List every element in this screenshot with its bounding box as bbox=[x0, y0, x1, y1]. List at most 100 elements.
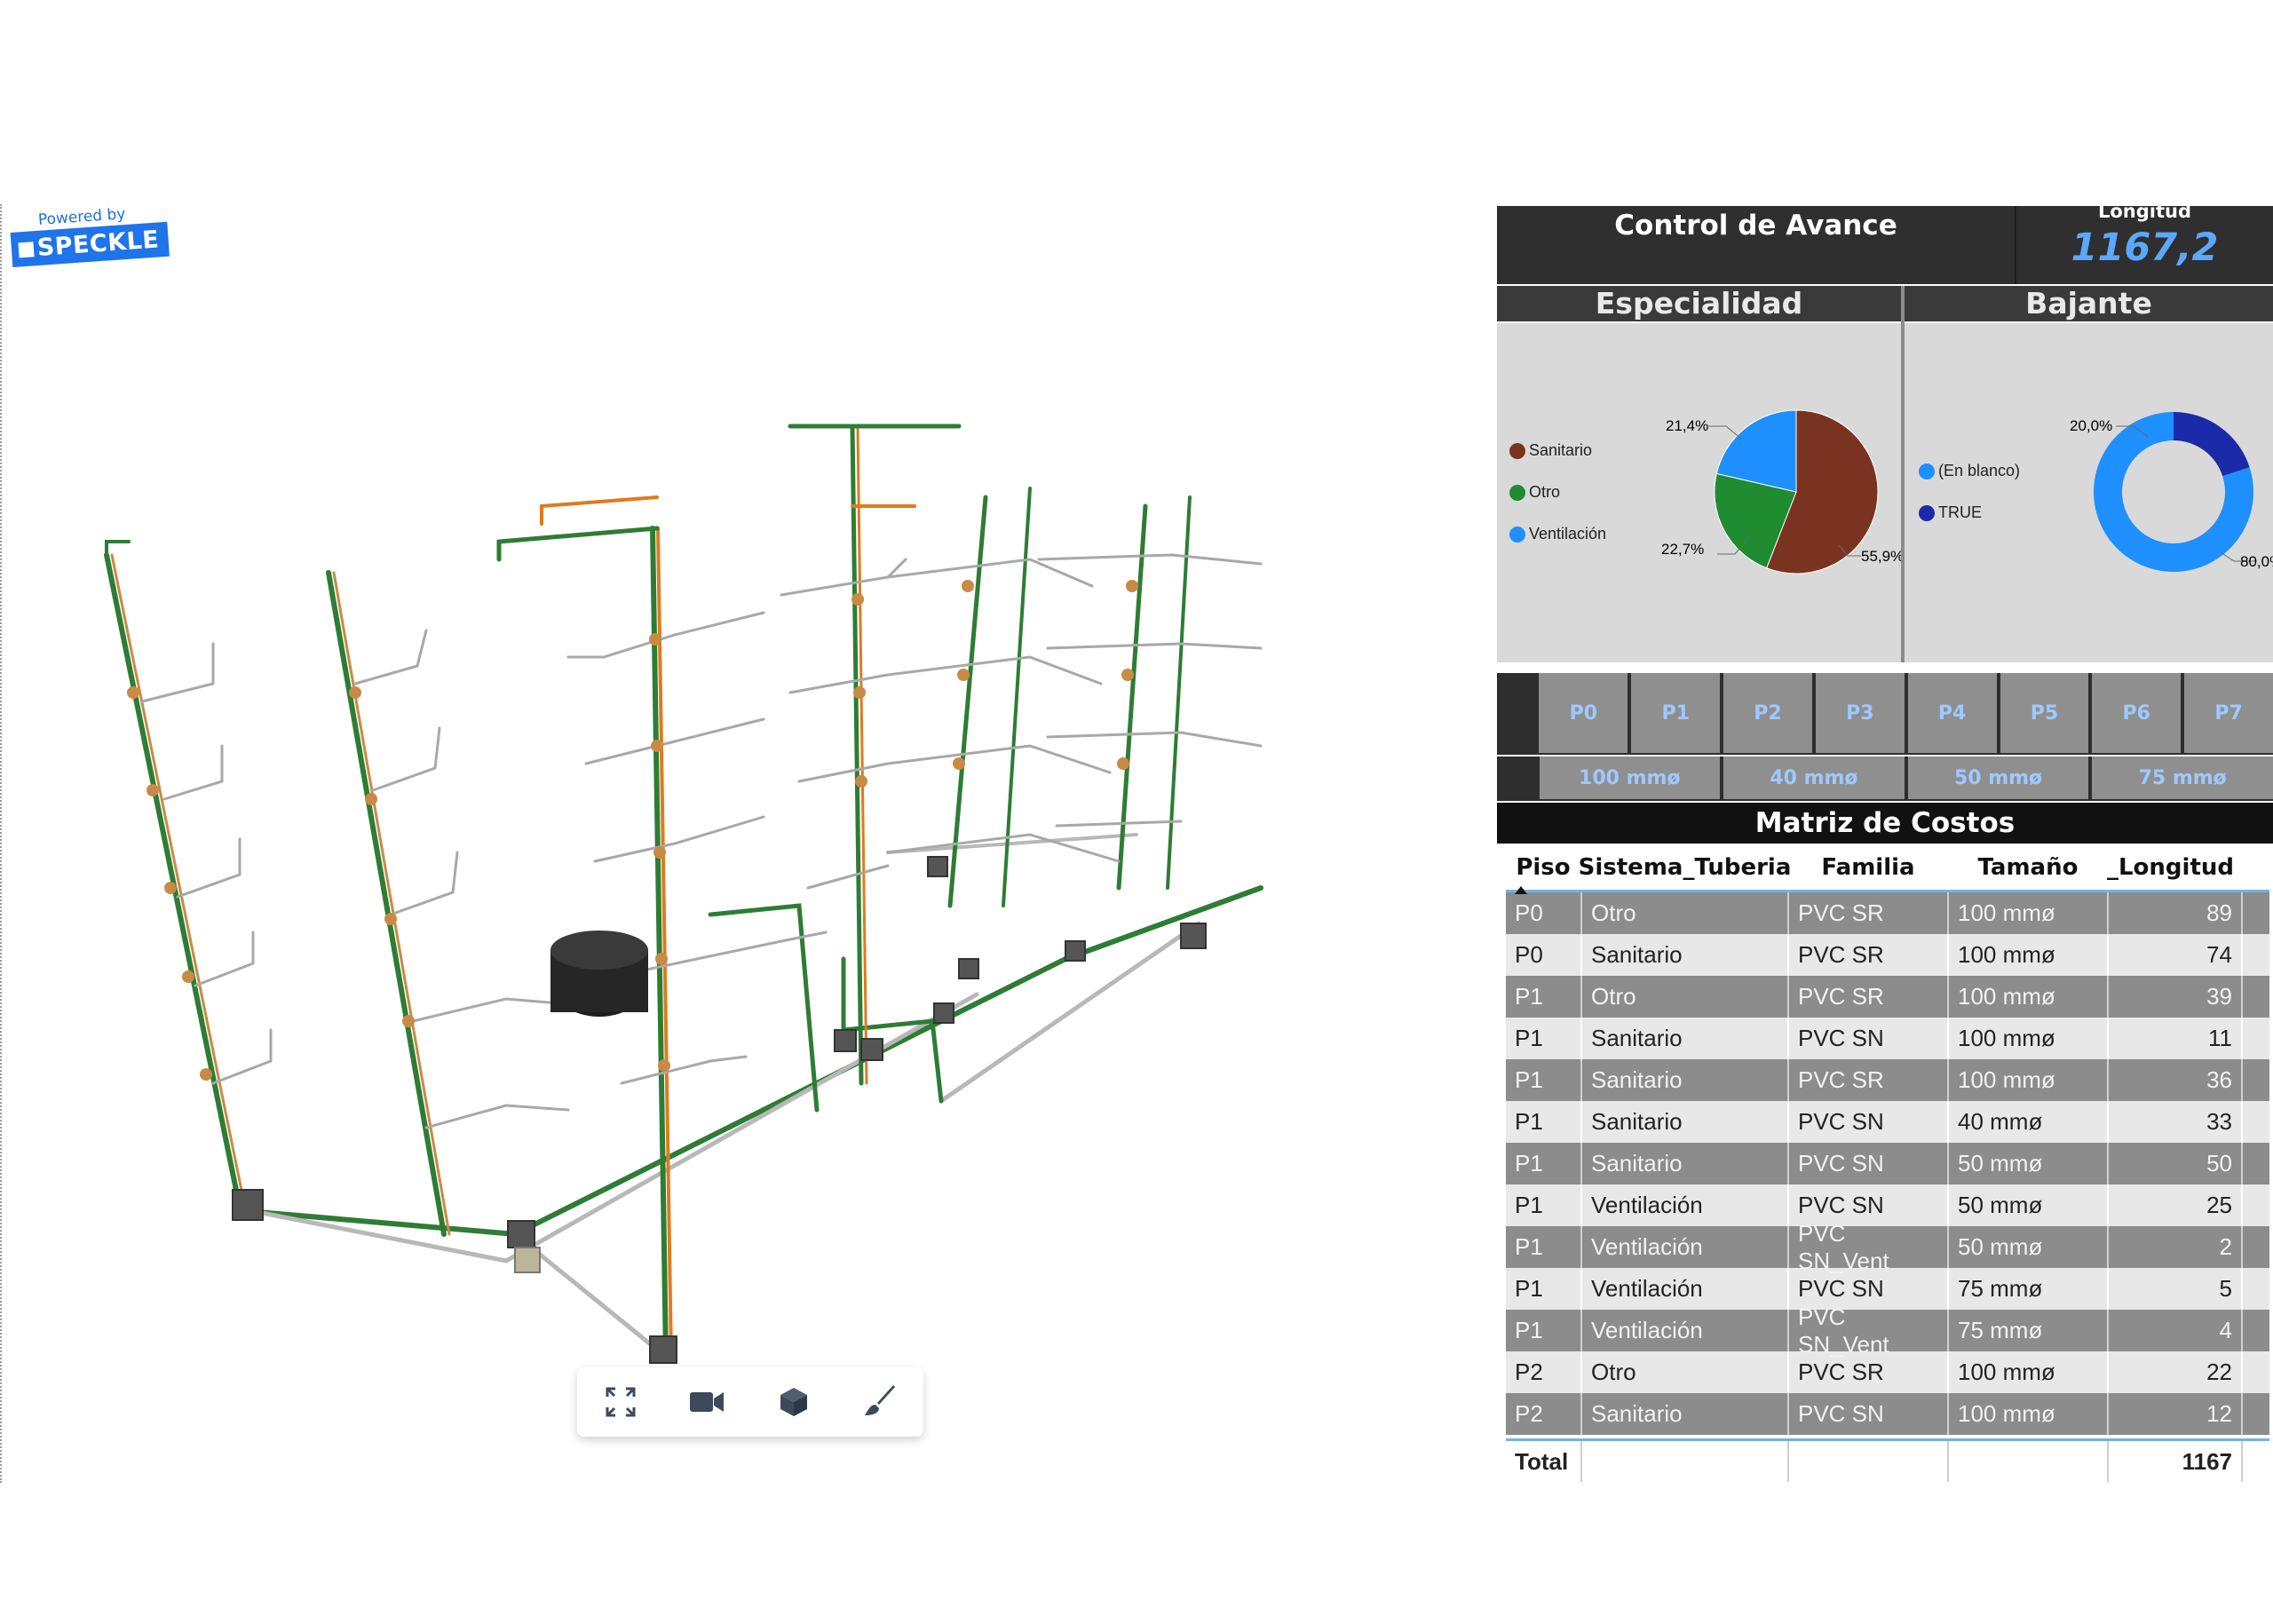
especialidad-pie-chart[interactable]: 21,4% 22,7% 55,9% bbox=[1657, 403, 1901, 581]
cell-piso: P2 bbox=[1506, 1351, 1582, 1393]
table-row[interactable]: P1 Sanitario PVC SN 100 mmø 11 bbox=[1506, 1018, 2269, 1059]
slicer-floor-p0[interactable]: P0 bbox=[1539, 673, 1628, 753]
slicer-size-75[interactable]: 75 mmø bbox=[2092, 757, 2273, 799]
table-row[interactable]: P1 Sanitario PVC SN 50 mmø 50 bbox=[1506, 1143, 2269, 1184]
table-row[interactable]: P1 Sanitario PVC SN 40 mmø 33 bbox=[1506, 1101, 2269, 1143]
cell-tamano: 100 mmø bbox=[1949, 1059, 2109, 1101]
slicer-floor-p6[interactable]: P6 bbox=[2092, 673, 2182, 753]
slicer-floor-p5[interactable]: P5 bbox=[2000, 673, 2089, 753]
slicer-floor-p7[interactable]: P7 bbox=[2184, 673, 2273, 753]
cell-familia: PVC SN bbox=[1789, 1018, 1949, 1059]
total-empty-cell bbox=[1949, 1441, 2109, 1482]
cell-sistema: Ventilación bbox=[1582, 1184, 1789, 1226]
cell-longitud: 4 bbox=[2109, 1310, 2243, 1351]
column-header-familia[interactable]: Familia bbox=[1789, 845, 1949, 890]
donut-label-blank: 80,0% bbox=[2240, 553, 2273, 570]
legend-item-true[interactable]: TRUE bbox=[1919, 503, 2020, 522]
cell-longitud: 22 bbox=[2109, 1351, 2243, 1393]
table-row[interactable]: P1 Ventilación PVC SN_Vent 50 mmø 2 bbox=[1506, 1220, 2269, 1274]
floor-slicer: P0 P1 P2 P3 P4 P5 P6 P7 bbox=[1497, 673, 2273, 755]
cell-tamano: 100 mmø bbox=[1949, 1018, 2109, 1059]
table-row[interactable]: P1 Ventilación PVC SN_Vent 75 mmø 4 bbox=[1506, 1303, 2269, 1358]
table-body: P0 Otro PVC SR 100 mmø 89 P0 Sanitario PVC SR 10… bbox=[1506, 892, 2269, 1435]
cell-piso: P1 bbox=[1506, 1310, 1582, 1351]
especialidad-legend: Sanitario Otro Ventilación bbox=[1509, 441, 1606, 543]
cell-tamano: 50 mmø bbox=[1949, 1143, 2109, 1184]
cell-tamano: 40 mmø bbox=[1949, 1101, 2109, 1143]
cell-longitud: 36 bbox=[2109, 1059, 2243, 1101]
cell-longitud: 12 bbox=[2109, 1393, 2243, 1435]
cell-piso: P1 bbox=[1506, 1059, 1582, 1101]
slicer-size-100[interactable]: 100 mmø bbox=[1539, 757, 1721, 799]
table-row[interactable]: P1 Otro PVC SR 100 mmø 39 bbox=[1506, 976, 2269, 1018]
cell-piso: P1 bbox=[1506, 976, 1582, 1018]
table-total-row: Total 1167 bbox=[1506, 1438, 2269, 1482]
column-header-longitud[interactable]: _Longitud bbox=[2107, 845, 2243, 890]
control-title: Control de Avance bbox=[1497, 206, 2016, 284]
legend-item-ventilacion[interactable]: Ventilación bbox=[1509, 525, 1606, 543]
cell-sistema: Sanitario bbox=[1582, 934, 1789, 976]
fullscreen-button[interactable] bbox=[598, 1379, 644, 1425]
table-header-row: Piso Sistema_Tuberia Familia Tamaño _Lon… bbox=[1506, 845, 2269, 892]
donut-label-true: 20,0% bbox=[2070, 417, 2112, 434]
total-empty-cell bbox=[1582, 1441, 1789, 1482]
panel-divider bbox=[1901, 286, 1905, 662]
cell-familia: PVC SN_Vent bbox=[1789, 1303, 1949, 1358]
cell-tamano: 100 mmø bbox=[1949, 976, 2109, 1018]
cell-piso: P1 bbox=[1506, 1184, 1582, 1226]
cell-tamano: 75 mmø bbox=[1949, 1268, 2109, 1310]
slicer-size-50[interactable]: 50 mmø bbox=[1907, 757, 2089, 799]
slicer-floor-p3[interactable]: P3 bbox=[1815, 673, 1905, 753]
slicer-floor-p2[interactable]: P2 bbox=[1723, 673, 1812, 753]
pie-label-otro: 22,7% bbox=[1661, 541, 1704, 558]
slicer-size-40[interactable]: 40 mmø bbox=[1723, 757, 1905, 799]
legend-item-otro[interactable]: Otro bbox=[1509, 483, 1606, 502]
camera-button[interactable] bbox=[684, 1379, 730, 1425]
size-slicer: 100 mmø 40 mmø 50 mmø 75 mmø bbox=[1497, 757, 2273, 801]
cell-tamano: 75 mmø bbox=[1949, 1310, 2109, 1351]
total-value: 1167 bbox=[2109, 1441, 2243, 1482]
cell-piso: P1 bbox=[1506, 1268, 1582, 1310]
sort-ascending-icon bbox=[1515, 886, 1527, 894]
cell-sistema: Ventilación bbox=[1582, 1226, 1789, 1268]
longitud-card-value: 1167,2 bbox=[2071, 226, 2219, 270]
cell-sistema: Ventilación bbox=[1582, 1310, 1789, 1351]
column-header-piso[interactable]: Piso bbox=[1506, 845, 1582, 890]
cell-longitud: 2 bbox=[2109, 1226, 2243, 1268]
table-row[interactable]: P0 Sanitario PVC SR 100 mmø 74 bbox=[1506, 934, 2269, 976]
table-row[interactable]: P1 Sanitario PVC SR 100 mmø 36 bbox=[1506, 1059, 2269, 1101]
cell-familia: PVC SR bbox=[1789, 1351, 1949, 1393]
cell-longitud: 74 bbox=[2109, 934, 2243, 976]
filter-color-button[interactable] bbox=[857, 1379, 903, 1425]
dashboard-panel: Control de Avance Longitud 1167,2 Especi… bbox=[1497, 201, 2273, 1485]
column-header-tamano[interactable]: Tamaño bbox=[1949, 845, 2109, 890]
slicer-floor-p1[interactable]: P1 bbox=[1631, 673, 1721, 753]
bajante-donut-chart[interactable]: 20,0% 80,0% bbox=[2052, 403, 2273, 581]
pie-label-ventilacion: 21,4% bbox=[1666, 417, 1708, 434]
legend-item-sanitario[interactable]: Sanitario bbox=[1509, 441, 1606, 460]
brush-icon bbox=[865, 1385, 896, 1415]
longitud-card-label: Longitud bbox=[2097, 201, 2191, 222]
table-row[interactable]: P2 Otro PVC SR 100 mmø 22 bbox=[1506, 1351, 2269, 1393]
cell-tamano: 100 mmø bbox=[1949, 1351, 2109, 1393]
cell-familia: PVC SN_Vent bbox=[1789, 1220, 1949, 1274]
especialidad-title: Especialidad bbox=[1497, 286, 1901, 321]
viewer-toolbar bbox=[577, 1367, 923, 1437]
legend-item-en-blanco[interactable]: (En blanco) bbox=[1919, 462, 2020, 480]
table-row[interactable]: P2 Sanitario PVC SN 100 mmø 12 bbox=[1506, 1393, 2269, 1435]
views-button[interactable] bbox=[771, 1379, 817, 1425]
cell-piso: P1 bbox=[1506, 1143, 1582, 1184]
speckle-logo: SPECKLE bbox=[10, 221, 170, 267]
cell-sistema: Sanitario bbox=[1582, 1143, 1789, 1184]
cell-piso: P0 bbox=[1506, 934, 1582, 976]
cell-piso: P1 bbox=[1506, 1018, 1582, 1059]
cell-familia: PVC SR bbox=[1789, 892, 1949, 934]
cell-longitud: 89 bbox=[2109, 892, 2243, 934]
speckle-badge[interactable]: Powered by SPECKLE bbox=[10, 205, 170, 267]
slicer-floor-p4[interactable]: P4 bbox=[1907, 673, 1997, 753]
table-row[interactable]: P0 Otro PVC SR 100 mmø 89 bbox=[1506, 892, 2269, 934]
cell-longitud: 11 bbox=[2109, 1018, 2243, 1059]
total-empty-cell bbox=[1789, 1441, 1949, 1482]
column-header-sistema[interactable]: Sistema_Tuberia bbox=[1579, 845, 1791, 890]
cell-familia: PVC SR bbox=[1789, 1059, 1949, 1101]
